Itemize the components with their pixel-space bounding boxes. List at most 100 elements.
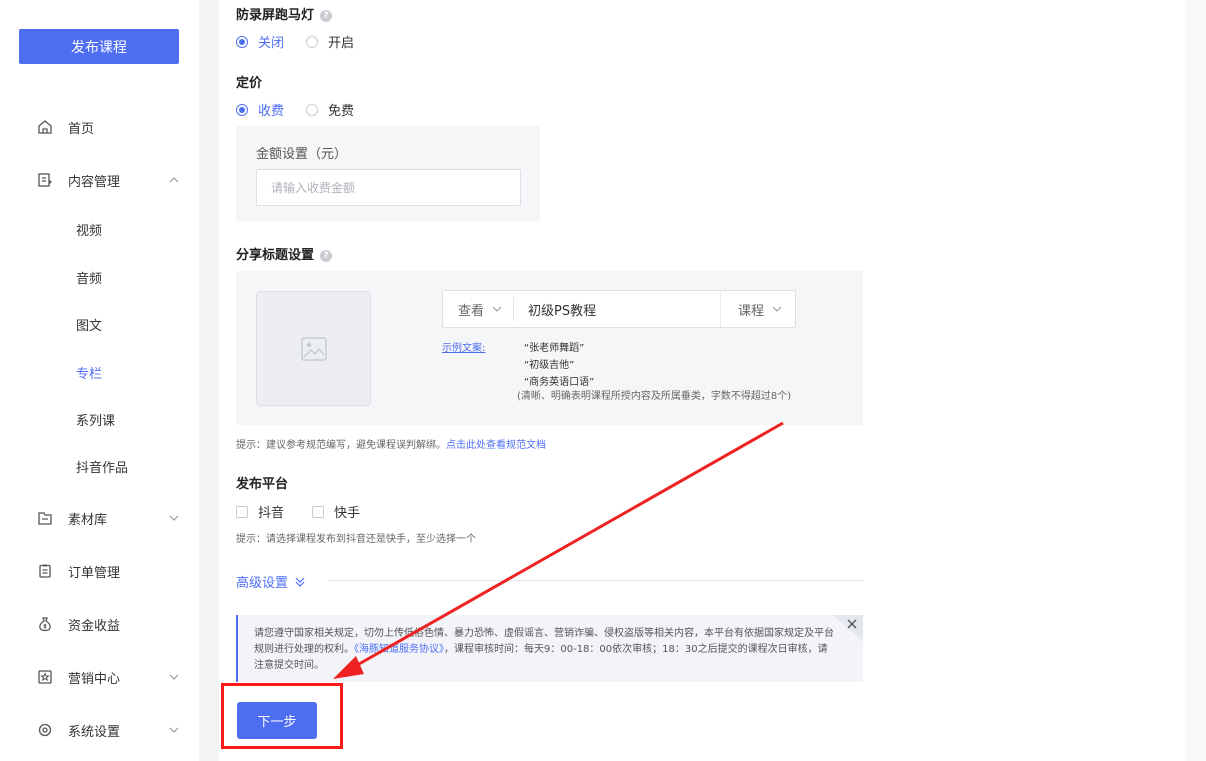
pricing-title: 定价 — [236, 76, 263, 91]
sidebar-item-label: 内容管理 — [68, 174, 121, 190]
help-icon[interactable]: ? — [320, 9, 333, 22]
sidebar-item-content[interactable]: 内容管理 — [0, 160, 199, 200]
sidebar-item-home[interactable]: 首页 — [0, 107, 199, 147]
platform-tip: 提示：请选择课程发布到抖音还是快手，至少选择一个 — [236, 534, 476, 545]
example-text: “初级吉他” — [524, 360, 575, 371]
radio-dot — [306, 35, 319, 48]
douyin-checkbox[interactable]: 抖音 — [236, 502, 284, 521]
advanced-settings-label: 高级设置 — [236, 576, 289, 591]
notice-text: 请您遵守国家相关规定，切勿上传低俗色情、暴力恐怖、虚假谣言、营销诈骗、侵权盗版等… — [254, 626, 834, 674]
sidebar-subitem-label: 音频 — [76, 271, 103, 287]
sidebar: 发布课程 首页 内容管理 视频 音频 图文 专栏 系列课 抖音作品 素材库 订单… — [0, 0, 199, 761]
radio-label: 关闭 — [258, 36, 285, 51]
sidebar-item-materials[interactable]: 素材库 — [0, 498, 199, 538]
document-icon — [38, 173, 52, 187]
watermark-radio-group: 关闭 开启 — [236, 32, 354, 51]
sidebar-item-label: 订单管理 — [68, 565, 121, 581]
radio-dot — [306, 103, 319, 116]
price-panel: 金额设置（元） — [236, 126, 540, 221]
folder-icon — [38, 512, 52, 525]
sidebar-item-label: 素材库 — [68, 512, 108, 528]
checkbox-label: 快手 — [334, 506, 361, 521]
chevron-down-icon — [492, 306, 502, 312]
share-title-title: 分享标题设置 — [236, 248, 315, 263]
sidebar-item-settings[interactable]: 系统设置 — [0, 710, 199, 750]
share-title-panel: 查看 课程 示例文案: “张老师舞蹈” “初级吉他” “商务英语口语” (清晰、… — [236, 271, 863, 425]
example-note: (清晰、明确表明课程所授内容及所属垂类，字数不得超过8个) — [517, 391, 792, 402]
checkbox-box — [312, 505, 325, 518]
watermark-section-title: 防录屏跑马灯? — [236, 4, 333, 23]
sidebar-item-label: 营销中心 — [68, 671, 121, 687]
chevron-down-icon — [772, 306, 782, 312]
sidebar-item-label: 首页 — [68, 121, 95, 137]
sidebar-subitem-douyin-works[interactable]: 抖音作品 — [0, 448, 199, 484]
radio-dot — [236, 35, 248, 48]
example-text: “张老师舞蹈” — [524, 343, 585, 354]
watermark-off-radio[interactable]: 关闭 — [236, 32, 284, 51]
sidebar-subitem-column[interactable]: 专栏 — [0, 354, 199, 390]
service-agreement-link[interactable]: 《海豚知道服务协议》 — [354, 644, 444, 655]
checkbox-label: 抖音 — [258, 506, 285, 521]
sidebar-item-revenue[interactable]: 资金收益 — [0, 604, 199, 644]
radio-label: 开启 — [328, 36, 355, 51]
radio-label: 免费 — [328, 104, 355, 119]
sidebar-subitem-audio[interactable]: 音频 — [0, 259, 199, 295]
kuaishou-checkbox[interactable]: 快手 — [312, 502, 360, 521]
pricing-free-radio[interactable]: 免费 — [306, 100, 354, 119]
sidebar-subitem-series[interactable]: 系列课 — [0, 401, 199, 437]
share-title-section-title: 分享标题设置? — [236, 244, 333, 263]
sidebar-item-marketing[interactable]: 营销中心 — [0, 657, 199, 697]
sidebar-subitem-label: 抖音作品 — [76, 460, 129, 476]
tip-text: 提示：建议参考规范编写，避免课程误判解绑。 — [236, 440, 446, 451]
sidebar-subitem-label: 系列课 — [76, 413, 116, 429]
highlight-box — [221, 683, 343, 749]
course-form: 防录屏跑马灯? 关闭 开启 定价 收费 免费 金额设置（元） 分享标题设置? 查… — [219, 0, 1186, 761]
separator — [513, 297, 514, 321]
amount-input[interactable] — [256, 169, 521, 206]
example-copy-link[interactable]: 示例文案: — [442, 339, 485, 354]
advanced-settings-toggle[interactable]: 高级设置 — [236, 572, 306, 591]
help-icon[interactable]: ? — [320, 249, 333, 262]
amount-label: 金额设置（元） — [256, 147, 348, 162]
double-chevron-down-icon — [295, 577, 305, 587]
checkbox-box — [236, 505, 248, 518]
sidebar-subitem-label: 图文 — [76, 318, 103, 334]
radio-dot — [236, 103, 248, 116]
chevron-down-icon — [169, 727, 179, 733]
gear-icon — [38, 723, 52, 737]
spec-doc-link[interactable]: 点击此处查看规范文档 — [446, 440, 546, 451]
watermark-title: 防录屏跑马灯 — [236, 8, 315, 23]
sidebar-subitem-label: 视频 — [76, 223, 103, 239]
sidebar-subitem-article[interactable]: 图文 — [0, 306, 199, 342]
layout-gutter-right — [1186, 0, 1206, 761]
chevron-down-icon — [169, 515, 179, 521]
share-suffix-select[interactable]: 课程 — [720, 291, 795, 327]
image-placeholder-icon — [300, 336, 327, 361]
clipboard-icon — [39, 564, 51, 578]
compliance-notice: 请您遵守国家相关规定，切勿上传低俗色情、暴力恐怖、虚假谣言、营销诈骗、侵权盗版等… — [236, 615, 863, 682]
cover-image-upload[interactable] — [256, 291, 371, 406]
sidebar-subitem-video[interactable]: 视频 — [0, 211, 199, 247]
chevron-down-icon — [169, 674, 179, 680]
share-title-tip: 提示：建议参考规范编写，避免课程误判解绑。点击此处查看规范文档 — [236, 436, 546, 451]
watermark-on-radio[interactable]: 开启 — [306, 32, 354, 51]
share-title-input[interactable] — [515, 291, 720, 327]
share-title-editor: 查看 课程 — [442, 290, 796, 328]
share-prefix-select[interactable]: 查看 — [443, 291, 513, 327]
money-bag-icon — [39, 617, 51, 632]
home-icon — [38, 120, 52, 134]
sidebar-item-label: 系统设置 — [68, 724, 121, 740]
pricing-paid-radio[interactable]: 收费 — [236, 100, 284, 119]
sidebar-item-label: 资金收益 — [68, 618, 121, 634]
sidebar-item-orders[interactable]: 订单管理 — [0, 551, 199, 591]
platform-title: 发布平台 — [236, 477, 289, 492]
chevron-up-icon — [169, 177, 179, 183]
layout-gutter — [199, 0, 219, 761]
radio-label: 收费 — [258, 104, 285, 119]
star-board-icon — [38, 670, 52, 684]
close-icon[interactable] — [833, 615, 863, 641]
pricing-radio-group: 收费 免费 — [236, 100, 354, 119]
share-suffix-value: 课程 — [738, 303, 765, 319]
publish-course-button[interactable]: 发布课程 — [19, 29, 179, 64]
sidebar-subitem-label: 专栏 — [76, 366, 103, 382]
